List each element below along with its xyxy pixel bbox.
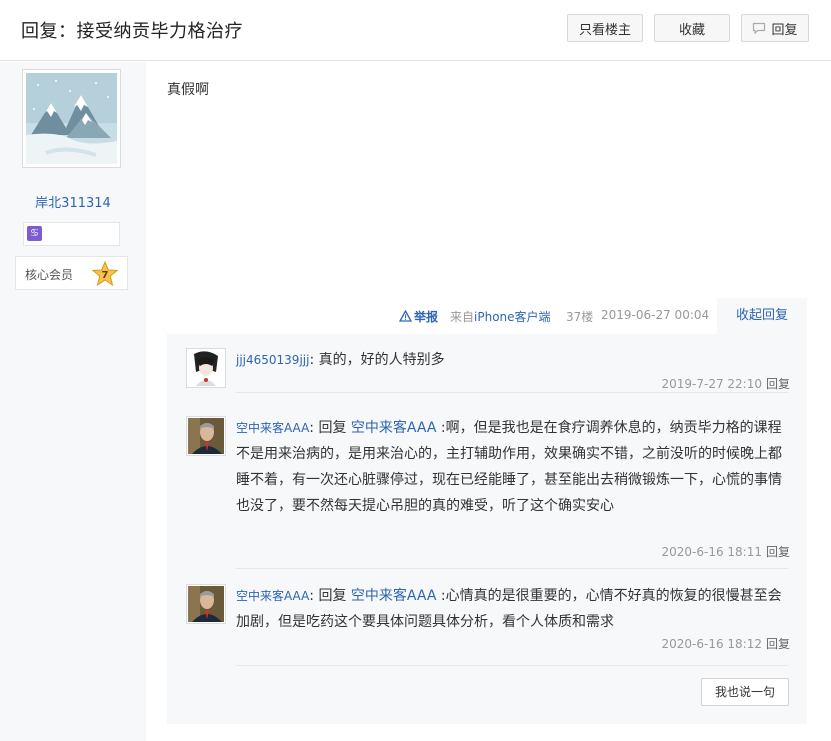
reply-target-user[interactable]: 空中来客AAA	[351, 420, 437, 436]
post-date: 2019-06-27 00:04	[601, 308, 710, 322]
collapse-replies-button[interactable]: 收起回复	[717, 298, 807, 334]
warning-icon	[399, 310, 412, 322]
man-portrait-avatar-icon	[188, 418, 224, 454]
say-something-button[interactable]: 我也说一句	[701, 678, 789, 706]
reply-username[interactable]: 空中来客AAA	[236, 589, 309, 603]
mountain-avatar-icon	[26, 73, 117, 164]
report-label: 举报	[414, 309, 439, 324]
report-link[interactable]: 举报	[399, 308, 438, 324]
thread-title: 回复：接受纳贡毕力格治疗	[21, 21, 243, 42]
level-star-icon: 7	[92, 261, 118, 287]
reply-footer: 2020-6-16 18:12 回复	[661, 635, 790, 652]
sub-reply-button[interactable]: 回复	[766, 637, 790, 651]
reply-body: jjj4650139jjj: 真的，好的人特别多	[236, 347, 792, 373]
reply-time: 2020-6-16 18:12	[661, 637, 762, 651]
reply-button-label: 回复	[771, 22, 798, 38]
cancer-zodiac-icon: ♋	[27, 226, 42, 241]
reply-avatar[interactable]	[186, 348, 226, 388]
member-badge: 核心会员 7	[15, 256, 128, 290]
reply-time: 2020-6-16 18:11	[661, 545, 762, 559]
divider	[236, 392, 788, 393]
divider	[236, 568, 788, 569]
source-prefix: 来自	[450, 310, 475, 324]
man-portrait-avatar-icon	[188, 586, 224, 622]
floor-number: 37楼	[566, 310, 594, 324]
reply-time: 2019-7-27 22:10	[661, 377, 762, 391]
only-op-button[interactable]: 只看楼主	[567, 14, 643, 42]
sub-reply-button[interactable]: 回复	[766, 377, 790, 391]
reply-body: 空中来客AAA: 回复 空中来客AAA :心情真的是很重要的，心情不好真的恢复的…	[236, 583, 792, 635]
post-content: 真假啊	[167, 82, 209, 98]
avatar[interactable]	[22, 69, 121, 168]
reply-target-user[interactable]: 空中来客AAA	[351, 588, 437, 604]
reply-avatar[interactable]	[186, 416, 226, 456]
client-link[interactable]: iPhone客户端	[474, 310, 551, 324]
sub-reply-panel: jjj4650139jjj: 真的，好的人特别多 2019-7-27 22:10…	[167, 334, 807, 724]
thread-header: 回复：接受纳贡毕力格治疗 只看楼主 收藏 回复	[0, 0, 831, 61]
author-panel: 岸北311314 ♋ 核心会员 7	[0, 62, 146, 741]
reply-body: 空中来客AAA: 回复 空中来客AAA :啊，但是我也是在食疗调养休息的，纳贡毕…	[236, 415, 792, 519]
reply-prefix: : 回复	[309, 588, 351, 604]
reply-footer: 2020-6-16 18:11 回复	[661, 543, 790, 560]
member-label: 核心会员	[25, 268, 74, 282]
anime-avatar-icon	[188, 350, 224, 386]
author-username[interactable]: 岸北311314	[0, 192, 146, 211]
reply-prefix: : 回复	[309, 420, 351, 436]
post-source: 来自iPhone客户端	[450, 308, 551, 324]
reply-username[interactable]: jjj4650139jjj	[236, 353, 309, 367]
reply-text: : 真的，好的人特别多	[309, 352, 445, 368]
divider	[236, 665, 788, 666]
sub-reply-button[interactable]: 回复	[766, 545, 790, 559]
reply-footer: 2019-7-27 22:10 回复	[661, 375, 790, 392]
level-number: 7	[102, 270, 109, 281]
reply-button[interactable]: 回复	[741, 14, 809, 42]
comment-icon	[753, 22, 766, 34]
favorite-button[interactable]: 收藏	[654, 14, 730, 42]
reply-username[interactable]: 空中来客AAA	[236, 421, 309, 435]
zodiac-badge: ♋	[23, 222, 120, 246]
reply-avatar[interactable]	[186, 584, 226, 624]
